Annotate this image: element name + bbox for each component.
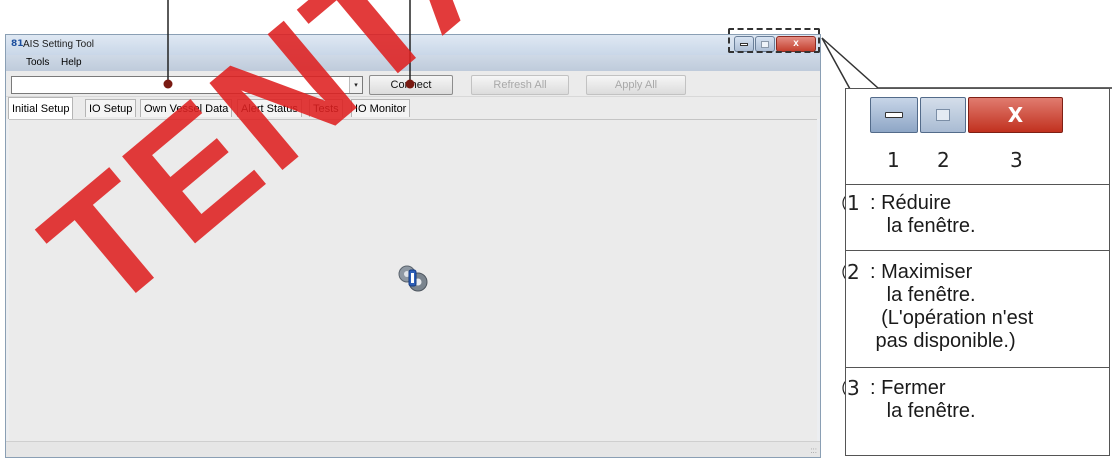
callout-number-1: 1 <box>887 148 900 172</box>
legend-divider <box>845 184 1110 185</box>
maximize-icon <box>936 109 950 121</box>
legend-divider <box>845 250 1110 251</box>
legend-text-minimize: : Réduire la fenêtre. <box>870 192 976 237</box>
legend-text-maximize: : Maximiser la fenêtre. (L'opération n'e… <box>870 261 1034 352</box>
enlarged-minimize-button <box>870 97 918 133</box>
callout-number-3: 3 <box>1010 148 1023 172</box>
callout-number-2: 2 <box>937 148 950 172</box>
legend-text-close: : Fermer la fenêtre. <box>870 377 976 422</box>
legend-number-1: 1 <box>847 191 860 215</box>
minimize-icon <box>885 112 903 118</box>
legend-number-3: 3 <box>847 376 860 400</box>
enlarged-close-button: X <box>968 97 1063 133</box>
enlarged-maximize-button <box>920 97 966 133</box>
legend-number-2: 2 <box>847 260 860 284</box>
close-icon: X <box>1007 103 1024 127</box>
legend-divider <box>845 367 1110 368</box>
